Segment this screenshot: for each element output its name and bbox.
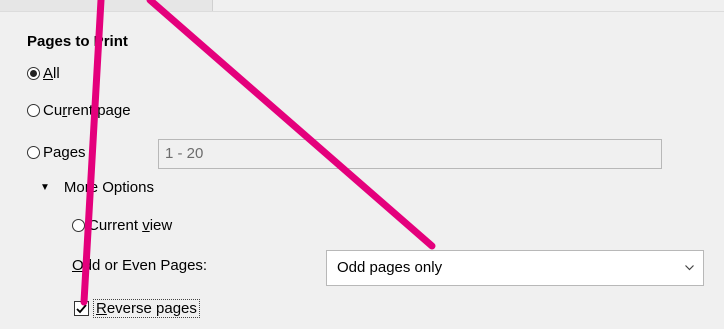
reverse-pages-label: Reverse pages: [93, 299, 200, 318]
chevron-down-icon: [685, 265, 694, 271]
triangle-down-icon: ▼: [40, 182, 50, 193]
reverse-pages-checkbox[interactable]: Reverse pages: [74, 299, 200, 318]
pages-range-input[interactable]: 1 - 20: [158, 139, 662, 169]
radio-current-page[interactable]: Current page: [27, 102, 131, 119]
radio-all-label: All: [43, 65, 60, 82]
radio-pages[interactable]: Pages: [27, 144, 86, 161]
annotation-arrow-right: [146, 0, 436, 250]
radio-checked-icon: [27, 67, 40, 80]
radio-unchecked-icon: [72, 219, 85, 232]
radio-all[interactable]: All: [27, 65, 60, 82]
section-title: Pages to Print: [27, 33, 128, 50]
radio-unchecked-icon: [27, 146, 40, 159]
tab-edge: [0, 0, 213, 11]
odd-even-select-value: Odd pages only: [337, 259, 443, 276]
top-strip: [0, 0, 724, 12]
radio-current-view[interactable]: Current view: [72, 217, 172, 234]
radio-pages-label: Pages: [43, 144, 86, 161]
radio-unchecked-icon: [27, 104, 40, 117]
more-options-toggle[interactable]: ▼ More Options: [40, 179, 154, 196]
checkbox-checked-icon: [74, 301, 89, 316]
odd-even-select[interactable]: Odd pages only: [326, 250, 704, 286]
radio-current-view-label: Current view: [88, 217, 173, 234]
more-options-label: More Options: [63, 179, 154, 196]
odd-even-label: Odd or Even Pages:: [72, 257, 208, 274]
radio-current-page-label: Current page: [43, 102, 131, 119]
